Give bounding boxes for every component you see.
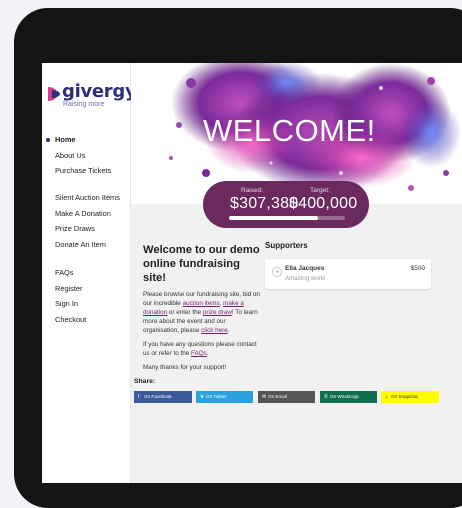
sidebar-item-purchase-tickets[interactable]: Purchase Tickets — [42, 163, 131, 179]
progress-fill — [229, 216, 319, 220]
sidebar-item-about-us[interactable]: About Us — [42, 148, 131, 164]
avatar-icon — [272, 267, 282, 277]
share-label: Share: — [134, 378, 156, 385]
logo-wordmark: givergy — [62, 81, 137, 102]
intro-section: Welcome to our demo online fundraising s… — [143, 243, 261, 372]
share-twitter-button[interactable]: ❦ On Twitter — [196, 391, 253, 403]
share-button-label: On Email — [268, 394, 287, 399]
click-here-link[interactable]: click here — [201, 327, 228, 334]
active-indicator-icon — [46, 138, 50, 142]
share-button-label: On Snapchat — [391, 394, 418, 399]
nav-group-main: Home About Us Purchase Tickets — [42, 132, 131, 179]
sidebar-item-faqs[interactable]: FAQs — [42, 265, 131, 281]
sidebar-item-prize-draws[interactable]: Prize Draws — [42, 221, 131, 237]
sidebar-item-make-donation[interactable]: Make A Donation — [42, 206, 131, 222]
share-buttons: f On Facebook ❦ On Twitter ✉ On Email ✆ On W… — [134, 391, 442, 403]
progress-track — [229, 216, 345, 220]
givergy-logo-mark-icon — [48, 87, 60, 101]
sidebar-item-label: Purchase Tickets — [55, 166, 112, 175]
sidebar-item-home[interactable]: Home — [42, 132, 131, 148]
raised-label: Raised: — [241, 187, 264, 194]
supporter-message: Amazing work! — [285, 275, 326, 282]
sidebar-item-label: FAQs — [55, 268, 74, 277]
share-email-button[interactable]: ✉ On Email — [258, 391, 315, 403]
givergy-logo[interactable]: givergy Raising more — [46, 82, 137, 110]
main-content: WELCOME! Raised: Target: $307,380 $400,0… — [131, 63, 462, 483]
share-button-label: On WhatsApp — [330, 394, 359, 399]
faqs-link[interactable]: FAQs — [191, 350, 207, 357]
auction-items-link[interactable]: auction items — [183, 300, 220, 307]
supporter-card: Ella Jacques $500 Amazing work! — [265, 259, 431, 289]
browser-viewport: givergy Raising more Home About Us Purch… — [42, 63, 462, 483]
share-button-label: On Twitter — [206, 394, 227, 399]
sidebar-item-label: Silent Auction Items — [55, 193, 120, 202]
sidebar-item-sign-in[interactable]: Sign In — [42, 296, 131, 312]
sidebar-item-label: About Us — [55, 150, 86, 160]
fundraising-progress-badge: Raised: Target: $307,380 $400,000 — [203, 181, 369, 228]
page-title: Welcome to our demo online fundraising s… — [143, 244, 260, 284]
sidebar-item-label: Sign In — [55, 299, 79, 308]
prize-draw-link[interactable]: prize draw — [203, 309, 232, 316]
sidebar: givergy Raising more Home About Us Purch… — [42, 63, 137, 483]
share-whatsapp-button[interactable]: ✆ On WhatsApp — [320, 391, 377, 403]
target-label: Target: — [310, 187, 330, 194]
sidebar-item-checkout[interactable]: Checkout — [42, 312, 131, 328]
supporters-title: Supporters — [265, 241, 308, 250]
supporter-amount: $500 — [410, 265, 425, 272]
nav-group-account: FAQs Register Sign In Checkout — [42, 265, 131, 327]
thanks-paragraph: Many thanks for your support! — [143, 364, 227, 371]
sidebar-item-label: Checkout — [55, 314, 87, 324]
sidebar-item-register[interactable]: Register — [42, 281, 131, 297]
share-button-label: On Facebook — [144, 394, 172, 399]
share-facebook-button[interactable]: f On Facebook — [134, 391, 192, 403]
contact-paragraph: If you have any questions please contact… — [143, 341, 257, 357]
sidebar-item-label: Donate An Item — [55, 239, 106, 249]
sidebar-item-label: Register — [55, 283, 83, 293]
welcome-title: WELCOME! — [203, 113, 376, 148]
nav-group-fundraising: Silent Auction Items Make A Donation Pri… — [42, 190, 131, 252]
target-amount: $400,000 — [289, 195, 358, 212]
supporter-name: Ella Jacques — [285, 265, 325, 272]
sidebar-item-label: Home — [55, 135, 76, 144]
sidebar-item-label: Prize Draws — [55, 224, 95, 233]
intro-paragraph: Please browse our fundraising site, bid … — [143, 291, 260, 334]
logo-tagline: Raising more — [63, 101, 105, 108]
supporters-panel: Supporters Ella Jacques $500 Amazing wor… — [265, 241, 431, 289]
sidebar-item-donate-item[interactable]: Donate An Item — [42, 237, 131, 253]
sidebar-item-silent-auction[interactable]: Silent Auction Items — [42, 190, 131, 206]
share-snapchat-button[interactable]: ⌂ On Snapchat — [381, 391, 439, 403]
sidebar-item-label: Make A Donation — [55, 208, 111, 218]
